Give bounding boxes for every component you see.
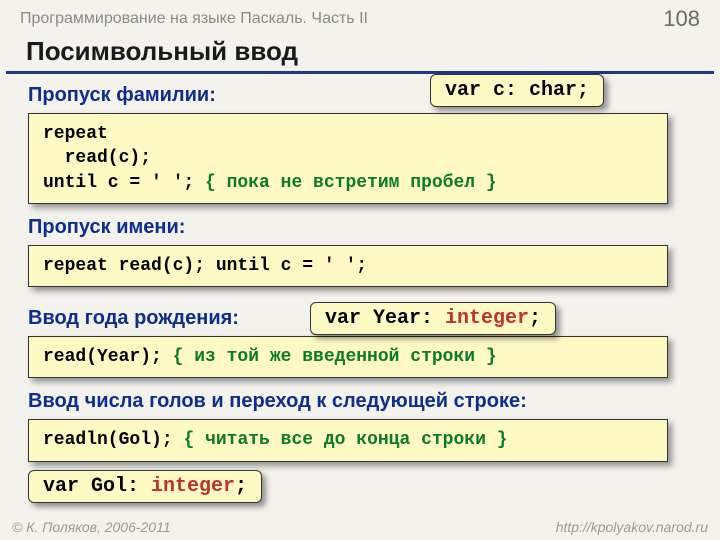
code-comment: { пока не встретим пробел } [205,173,497,193]
code-line: read(Year); [43,347,173,367]
page-number: 108 [663,6,700,32]
callout-text: ; [529,307,541,330]
callout-var-gol: var Gol: integer; [28,470,262,503]
heading-gol: Ввод числа голов и переход к следующей с… [28,390,692,413]
code-year: read(Year); { из той же введенной строки… [28,336,668,378]
callout-type: integer [445,307,529,330]
code-line: readln(Gol); [43,430,183,450]
callout-text: var Gol: [43,475,151,498]
code-comment: { читать все до конца строки } [183,430,507,450]
footer-url: http://kpolyakov.narod.ru [556,519,708,535]
callout-text: ; [235,475,247,498]
callout-var-c: var c: char; [430,74,604,107]
code-line: repeat [43,124,108,144]
heading-skip-name: Пропуск имени: [28,216,692,239]
slide-title: Посимвольный ввод [6,34,714,74]
code-gol: readln(Gol); { читать все до конца строк… [28,419,668,461]
code-skip-surname: repeat read(c); until c = ' '; { пока не… [28,113,668,204]
callout-var-year: var Year: integer; [310,302,556,335]
footer-copyright: © К. Поляков, 2006-2011 [12,519,171,535]
code-comment: { из той же введенной строки } [173,347,497,367]
course-title: Программирование на языке Паскаль. Часть… [20,10,368,28]
heading-year: Ввод года рождения: [28,307,239,330]
slide-header: Программирование на языке Паскаль. Часть… [0,0,720,34]
slide-content: Пропуск фамилии: var c: char; repeat rea… [0,84,720,503]
code-line: read(c); [43,148,151,168]
code-skip-name: repeat read(c); until c = ' '; [28,245,668,287]
code-line: repeat read(c); until c = ' '; [43,256,367,276]
code-line: until c = ' '; [43,173,205,193]
callout-text: var Year: [325,307,445,330]
slide-footer: © К. Поляков, 2006-2011 http://kpolyakov… [0,519,720,535]
callout-type: integer [151,475,235,498]
